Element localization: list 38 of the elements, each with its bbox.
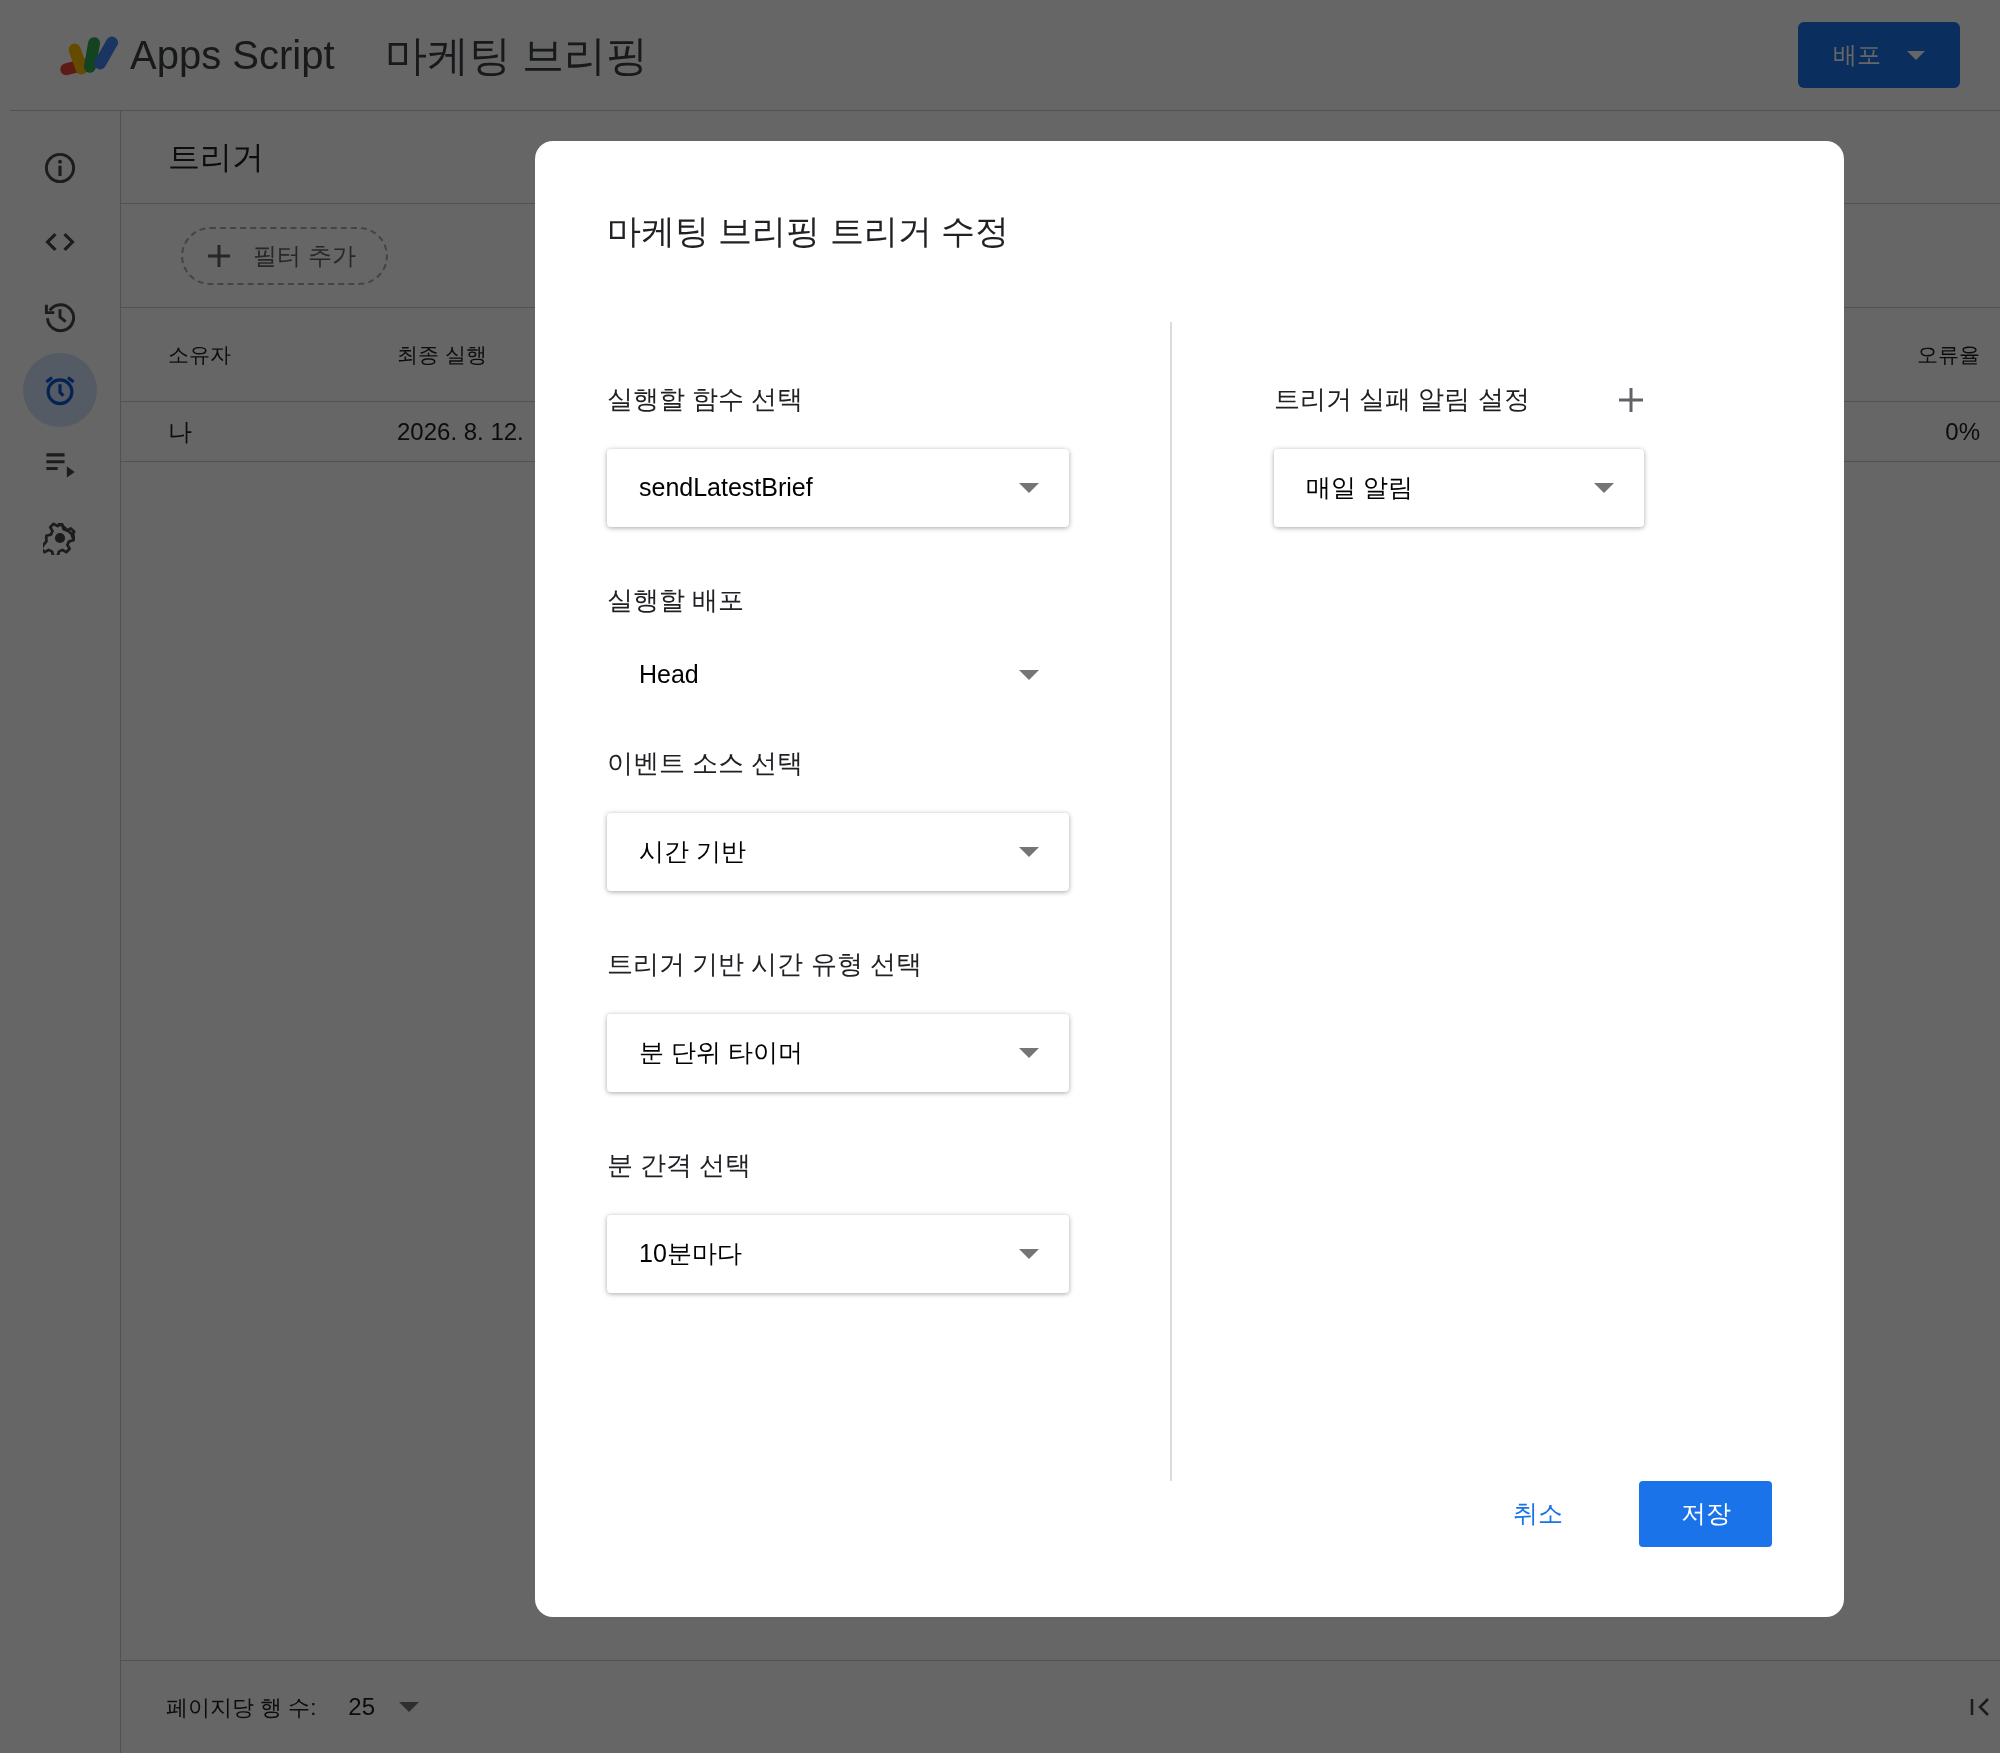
deploy-button[interactable]: 배포 xyxy=(1798,22,1960,88)
save-button[interactable]: 저장 xyxy=(1639,1481,1772,1547)
table-cell-text: 나 xyxy=(168,416,193,447)
project-title[interactable]: 마케팅 브리핑 xyxy=(384,23,649,87)
column-header[interactable]: 오류율 xyxy=(1917,338,1980,371)
dropdown-field[interactable]: 10분마다 xyxy=(607,1214,1069,1293)
table-cell-text: 0% xyxy=(1945,416,1980,447)
field-label: 분 간격 선택 xyxy=(607,1149,752,1183)
caret-icon xyxy=(1019,669,1039,680)
page-title: 트리거 xyxy=(168,138,264,177)
rows-per-page-label: 페이지당 행 수: xyxy=(166,1693,317,1722)
dropdown-field[interactable]: 시간 기반 xyxy=(607,812,1069,891)
field-label: 이벤트 소스 선택 xyxy=(607,747,804,781)
caret-icon xyxy=(1019,1248,1039,1259)
caret-icon xyxy=(399,1702,420,1712)
plus-icon xyxy=(207,243,231,268)
caret-icon xyxy=(1019,482,1039,493)
settings-icon xyxy=(43,521,77,555)
field-label: 트리거 실패 알림 설정 xyxy=(1274,383,1530,417)
app-name: Apps Script xyxy=(130,32,335,79)
info-icon xyxy=(43,151,77,185)
field-label: 트리거 기반 시간 유형 선택 xyxy=(607,948,922,982)
caret-icon xyxy=(1594,482,1614,493)
rows-per-page-select[interactable]: 25 xyxy=(348,1689,420,1725)
column-header[interactable]: 소유자 xyxy=(168,338,397,371)
caret-icon xyxy=(1019,1047,1039,1058)
cancel-button[interactable]: 취소 xyxy=(1497,1485,1579,1543)
dropdown-field[interactable]: sendLatestBrief xyxy=(607,448,1069,527)
dialog-title: 마케팅 브리핑 트리거 수정 xyxy=(607,211,1011,252)
dropdown-field[interactable]: 분 단위 타이머 xyxy=(607,1013,1069,1092)
add-icon[interactable] xyxy=(1617,386,1644,413)
caret-icon xyxy=(1907,50,1925,60)
dropdown-field[interactable]: 매일 알림 xyxy=(1274,448,1644,527)
table-cell-text: 2026. 8. 12. xyxy=(397,416,525,447)
caret-icon xyxy=(1019,846,1039,857)
add-filter-chip[interactable]: 필터 추가 xyxy=(181,226,388,285)
field-label: 실행할 배포 xyxy=(607,584,745,618)
field-label: 실행할 함수 선택 xyxy=(607,383,804,417)
